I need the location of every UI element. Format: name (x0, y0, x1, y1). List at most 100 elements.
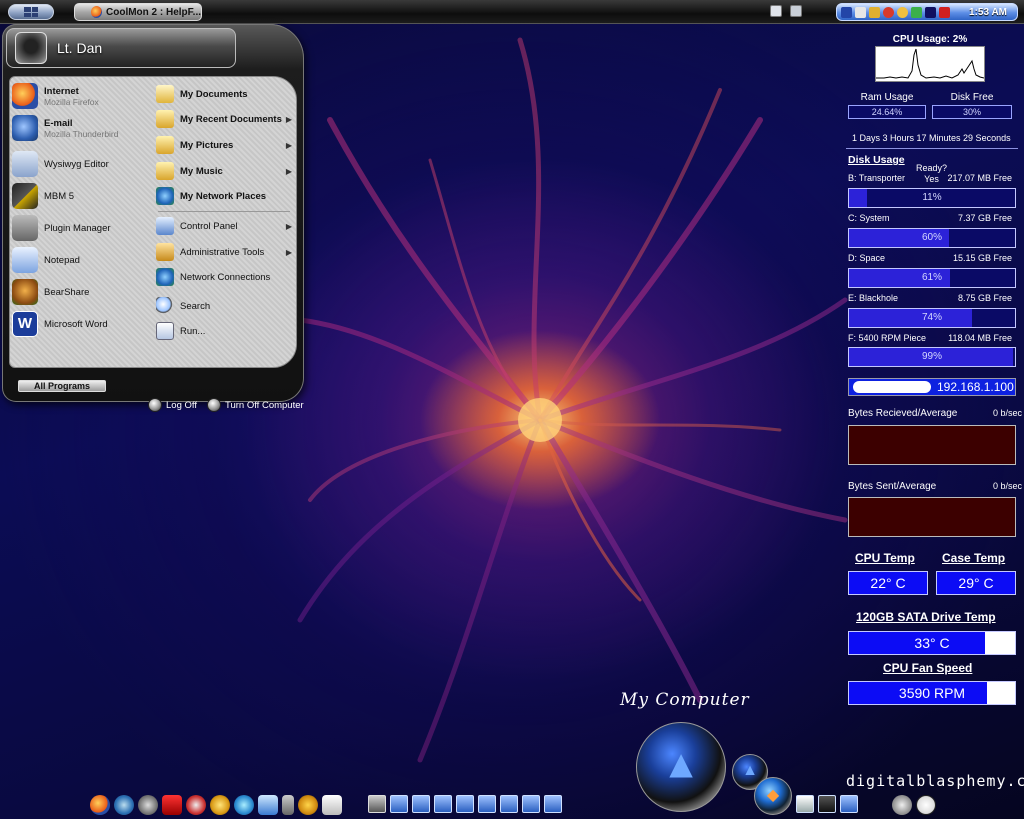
dock-clocks (892, 795, 936, 815)
menu-item-microsoft-word[interactable]: W Microsoft Word (12, 311, 108, 337)
disk-free-bar: 30% (932, 105, 1012, 119)
tray-smile-icon[interactable] (897, 6, 908, 18)
pictures-folder-icon (156, 136, 174, 154)
chip-icon (12, 183, 38, 209)
menu-item-run[interactable]: Run... (156, 322, 296, 340)
drive-c-percent: 60% (921, 232, 942, 243)
monitor-icon[interactable] (818, 795, 836, 813)
menu-item-email[interactable]: E-mail Mozilla Thunderbird (12, 115, 119, 141)
menu-item-control-panel[interactable]: Control Panel ▶ (156, 217, 296, 235)
folder-shortcut-icon[interactable] (544, 795, 562, 813)
submenu-arrow-icon: ▶ (285, 114, 292, 124)
drive-b-bar: 11% (848, 188, 1016, 208)
cd-icon[interactable] (138, 795, 158, 815)
turn-off-button[interactable]: Turn Off Computer (207, 398, 304, 412)
pen-icon[interactable] (770, 5, 782, 17)
disk-free-label: Disk Free (950, 92, 994, 103)
smiley-icon[interactable] (210, 795, 230, 815)
tray-alert-icon[interactable] (883, 6, 894, 18)
avatar[interactable] (15, 32, 47, 64)
folder-shortcut-icon[interactable] (434, 795, 452, 813)
taskbar-item-coolmon[interactable]: CoolMon 2 : HelpF... (74, 3, 202, 21)
all-programs-button[interactable]: All Programs (18, 380, 106, 392)
tray-gear-icon[interactable] (869, 6, 880, 18)
menu-item-administrative-tools[interactable]: Administrative Tools ▶ (156, 243, 296, 261)
menu-item-search[interactable]: Search (156, 297, 296, 315)
menu-item-bearshare[interactable]: BearShare (12, 279, 89, 305)
save-icon[interactable] (368, 795, 386, 813)
bearshare-icon (12, 279, 38, 305)
globe-orb[interactable]: ◆ (754, 777, 792, 815)
gear-icon[interactable] (298, 795, 318, 815)
bytes-sent-label: Bytes Sent/Average (848, 481, 937, 492)
menu-item-internet[interactable]: Internet Mozilla Firefox (12, 83, 99, 109)
firefox-icon (91, 6, 102, 18)
app-icon[interactable] (840, 795, 858, 813)
media-icon[interactable] (186, 795, 206, 815)
tray-network-icon[interactable] (841, 6, 852, 18)
menu-item-my-documents[interactable]: My Documents (156, 85, 296, 103)
my-computer-orb[interactable]: ▲ (636, 722, 726, 812)
start-button[interactable] (8, 4, 54, 20)
dock-middle (368, 795, 562, 813)
tray-counter-icon[interactable] (855, 6, 866, 18)
network-icon[interactable] (234, 795, 254, 815)
drive-c-free: 7.37 GB Free (957, 213, 1012, 223)
music-folder-icon (156, 162, 174, 180)
submenu-arrow-icon: ▶ (285, 140, 292, 150)
ie-icon[interactable] (258, 795, 278, 815)
folder-shortcut-icon[interactable] (500, 795, 518, 813)
submenu-arrow-icon: ▶ (285, 221, 292, 231)
document-icon[interactable] (796, 795, 814, 813)
plugin-icon (12, 215, 38, 241)
firefox-icon[interactable] (90, 795, 110, 815)
phone-icon[interactable] (282, 795, 294, 815)
tray-play-icon[interactable] (925, 6, 936, 18)
submenu-arrow-icon: ▶ (285, 166, 292, 176)
menu-item-my-pictures[interactable]: My Pictures ▶ (156, 136, 296, 154)
bytes-sent-graph (848, 497, 1016, 537)
drive-e-name: E: Blackhole (848, 293, 899, 303)
redacted-hostname (853, 381, 931, 393)
folder-shortcut-icon[interactable] (390, 795, 408, 813)
acrobat-icon[interactable] (162, 795, 182, 815)
menu-item-mbm5[interactable]: MBM 5 (12, 183, 74, 209)
menu-item-plugin-manager[interactable]: Plugin Manager (12, 215, 111, 241)
log-off-button[interactable]: Log Off (148, 398, 197, 412)
system-tray: 1:53 AM (836, 3, 1018, 21)
menu-item-label: Internet (44, 85, 79, 97)
my-computer-label: My Computer (620, 690, 750, 710)
bytes-received-value: 0 b/sec (992, 408, 1022, 418)
drive-b-free: 217.07 MB Free (947, 173, 1012, 183)
clock-icon[interactable] (916, 795, 936, 815)
menu-item-my-music[interactable]: My Music ▶ (156, 162, 296, 180)
clock[interactable]: 1:53 AM (969, 7, 1013, 18)
disk-usage-title: Disk Usage (848, 154, 905, 166)
network-places-icon (156, 187, 174, 205)
drive-f-percent: 99% (921, 351, 942, 362)
thunderbird-icon (12, 115, 38, 141)
turn-off-label: Turn Off Computer (225, 399, 304, 411)
moon-icon[interactable] (892, 795, 912, 815)
menu-item-network-connections[interactable]: Network Connections (156, 268, 296, 286)
menu-item-notepad[interactable]: Notepad (12, 247, 80, 273)
drive-d-free: 15.15 GB Free (952, 253, 1012, 263)
editor-icon (12, 151, 38, 177)
user-header: Lt. Dan (6, 28, 236, 68)
drive-f-name: F: 5400 RPM Piece (848, 333, 927, 343)
globe-icon[interactable] (114, 795, 134, 815)
menu-item-wysiwyg-editor[interactable]: Wysiwyg Editor (12, 151, 109, 177)
quick-launch-right (770, 5, 802, 17)
drive-f-free: 118.04 MB Free (948, 333, 1012, 343)
tray-refresh-icon[interactable] (911, 6, 922, 18)
folder-shortcut-icon[interactable] (522, 795, 540, 813)
notepad-icon[interactable] (322, 795, 342, 815)
folder-shortcut-icon[interactable] (412, 795, 430, 813)
menu-item-label: My Music (180, 165, 223, 177)
menu-item-my-network-places[interactable]: My Network Places (156, 187, 296, 205)
tray-ati-icon[interactable] (939, 6, 950, 18)
window-icon[interactable] (790, 5, 802, 17)
folder-shortcut-icon[interactable] (478, 795, 496, 813)
folder-shortcut-icon[interactable] (456, 795, 474, 813)
menu-item-my-recent-documents[interactable]: My Recent Documents ▶ (156, 110, 296, 128)
